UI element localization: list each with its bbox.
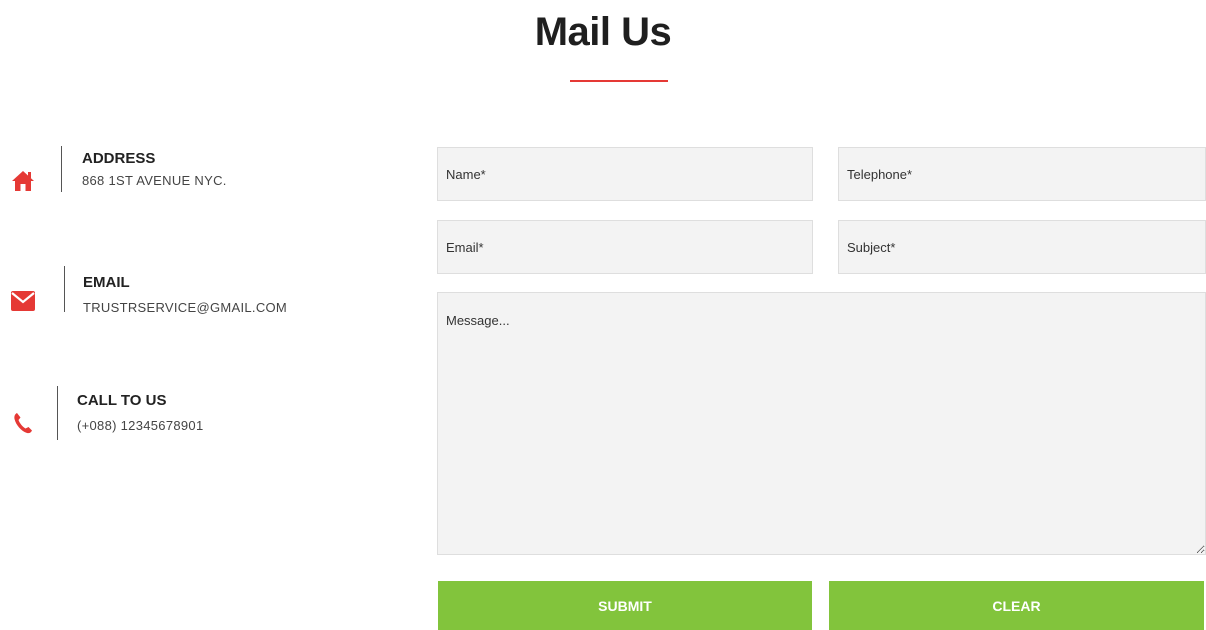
phone-label: CALL TO US (77, 392, 167, 409)
telephone-input[interactable] (838, 147, 1206, 201)
title-underline (570, 80, 668, 82)
name-input[interactable] (437, 147, 813, 201)
clear-button[interactable]: CLEAR (829, 581, 1204, 630)
phone-divider (57, 386, 58, 440)
contact-address: ADDRESS 868 1ST AVENUE NYC. (0, 146, 300, 206)
submit-button[interactable]: SUBMIT (438, 581, 812, 630)
message-textarea[interactable] (437, 292, 1206, 555)
email-divider (64, 266, 65, 312)
address-label: ADDRESS (82, 150, 156, 167)
subject-input[interactable] (838, 220, 1206, 274)
contact-phone: CALL TO US (+088) 12345678901 (0, 386, 300, 446)
phone-icon (8, 408, 38, 438)
email-label: EMAIL (83, 274, 130, 291)
section-title: Mail Us (534, 10, 672, 54)
address-value: 868 1ST AVENUE NYC. (82, 173, 227, 188)
envelope-icon (8, 286, 38, 316)
home-icon (8, 166, 38, 196)
contact-email: EMAIL TRUSTRSERVICE@GMAIL.COM (0, 266, 300, 326)
email-value: TRUSTRSERVICE@GMAIL.COM (83, 300, 288, 315)
phone-value: (+088) 12345678901 (77, 418, 204, 433)
mail-us-section: Mail Us ADDRESS 868 1ST AVENUE NYC. EMAI… (0, 0, 1206, 630)
address-divider (61, 146, 62, 192)
email-input[interactable] (437, 220, 813, 274)
